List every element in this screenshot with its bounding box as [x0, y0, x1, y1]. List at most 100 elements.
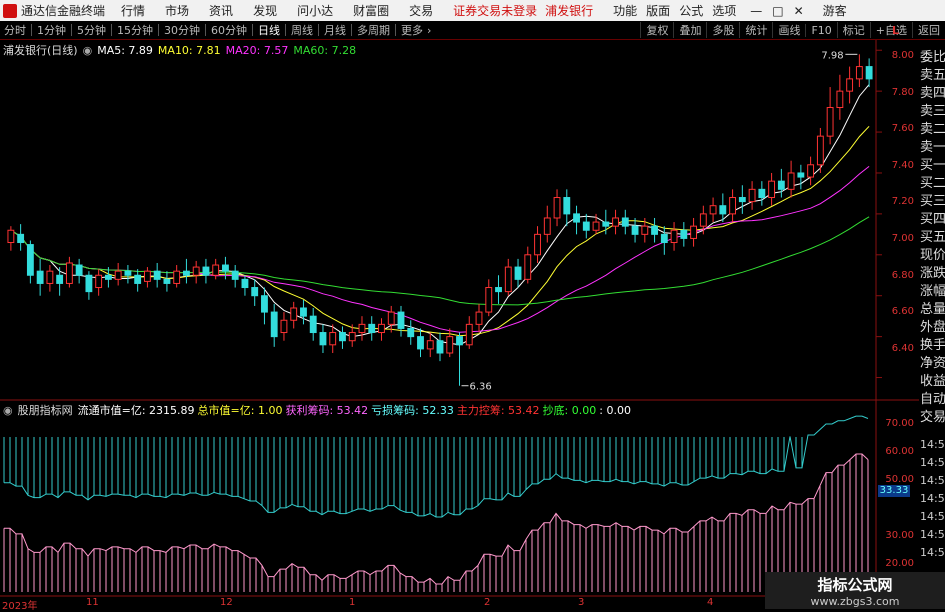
date-label: 11	[86, 597, 99, 608]
quote-field[interactable]: 外盘	[920, 316, 945, 335]
candle-body	[504, 266, 512, 293]
candle-body	[670, 229, 678, 244]
quote-field[interactable]: 换手	[920, 334, 945, 353]
quote-field[interactable]: 委比	[920, 46, 945, 65]
candle-body	[563, 197, 571, 215]
low-price-label: 6.36	[470, 382, 492, 393]
candle-body	[495, 287, 502, 293]
quote-field[interactable]: 涨跌	[920, 262, 945, 281]
candle-body	[124, 270, 132, 276]
candle-body	[192, 266, 200, 276]
date-label: 2	[484, 597, 491, 608]
candle-body	[231, 270, 239, 280]
candle-body	[143, 270, 151, 282]
candle-body	[729, 197, 737, 215]
ind-scale-label: 50.00	[885, 474, 914, 485]
quote-field[interactable]: 总量	[920, 298, 945, 317]
quote-field[interactable]: 现价	[920, 244, 945, 263]
quote-field[interactable]: 卖三	[920, 100, 945, 119]
candle-body	[397, 311, 405, 329]
candle-body	[153, 270, 161, 280]
candle-body	[348, 332, 356, 342]
quote-field[interactable]: 涨幅	[920, 280, 945, 299]
ma5-line	[10, 84, 870, 346]
quote-field[interactable]: 卖五	[920, 64, 945, 83]
candle-body	[514, 266, 522, 280]
candle-body	[75, 264, 83, 276]
candle-body	[865, 66, 873, 80]
candle-body	[212, 264, 220, 276]
candle-body	[163, 278, 171, 284]
candle-body	[26, 244, 34, 276]
indicator-value-badge: 33.33	[878, 485, 910, 497]
tick-time: 14:56	[920, 546, 945, 559]
candle-body	[7, 229, 15, 244]
auto-trade-label[interactable]: 自动	[920, 388, 945, 407]
quote-field[interactable]: 买五	[920, 226, 945, 245]
candle-body	[855, 66, 863, 80]
candle-body	[407, 327, 415, 338]
candle-body	[826, 107, 834, 137]
candle-body	[134, 274, 142, 284]
price-label: 7.40	[891, 160, 914, 171]
candle-body	[202, 266, 210, 276]
candle-body	[699, 213, 707, 227]
kline-chart[interactable]: 7.98 6.36	[0, 0, 945, 609]
quote-field[interactable]: 卖二	[920, 118, 945, 137]
candle-body	[85, 274, 93, 293]
candle-body	[368, 323, 376, 334]
candle-body	[690, 225, 697, 239]
ind-scale-label: 20.00	[885, 558, 914, 569]
price-label: 7.00	[891, 233, 914, 244]
candle-body	[797, 172, 805, 178]
candle-body	[309, 315, 317, 334]
quote-field[interactable]: 卖四	[920, 82, 945, 101]
quote-field[interactable]: 买一	[920, 154, 945, 173]
indicator-axis: 70.00 60.00 50.00 30.00 20.00 33.33	[878, 400, 918, 570]
candle-body	[387, 311, 395, 325]
quote-field[interactable]: 净资	[920, 352, 945, 371]
candle-body	[251, 287, 259, 297]
candle-body	[534, 233, 541, 256]
candle-body	[573, 213, 580, 223]
ma60-line	[10, 216, 870, 306]
candle-body	[485, 287, 493, 313]
candle-body	[612, 217, 619, 227]
watermark-title: 指标公式网	[817, 575, 893, 594]
auto-trade-label[interactable]: 交易	[920, 406, 945, 425]
date-label: 12	[220, 597, 233, 608]
candle-body	[426, 340, 434, 350]
quote-field[interactable]: 卖一	[920, 136, 945, 155]
quote-field[interactable]: 买四	[920, 208, 945, 227]
tick-time: 14:56	[920, 474, 945, 487]
candle-body	[270, 311, 278, 338]
candle-body	[290, 307, 298, 321]
tick-time: 14:56	[920, 528, 945, 541]
candle-body	[280, 319, 288, 334]
candle-body	[719, 205, 727, 215]
ind-scale-label: 60.00	[885, 446, 914, 457]
candle-body	[36, 270, 44, 284]
candle-body	[680, 229, 688, 239]
candle-body	[807, 164, 815, 178]
candle-body	[104, 274, 112, 280]
price-label: 7.20	[891, 196, 914, 207]
axis-corner-label: L	[892, 24, 900, 37]
candle-body	[417, 336, 424, 350]
candle-body	[475, 311, 483, 325]
candle-body	[329, 332, 337, 346]
candle-body	[56, 274, 64, 284]
quote-field[interactable]: 买二	[920, 172, 945, 191]
high-price-label: 7.98	[821, 50, 843, 61]
candle-body	[378, 323, 385, 334]
candle-body	[846, 78, 854, 92]
date-label: 4	[707, 597, 714, 608]
date-label: 3	[578, 597, 585, 608]
candle-body	[631, 225, 639, 235]
quote-field[interactable]: 买三	[920, 190, 945, 209]
quote-field[interactable]: 收益	[920, 370, 945, 389]
candle-body	[261, 295, 268, 313]
tick-time: 14:56	[920, 492, 945, 505]
price-label: 6.60	[891, 306, 914, 317]
quote-panel: 委比 卖五 卖四 卖三 卖二 卖一 买一 买二 买三 买四 买五 现价 涨跌 涨…	[919, 44, 945, 609]
